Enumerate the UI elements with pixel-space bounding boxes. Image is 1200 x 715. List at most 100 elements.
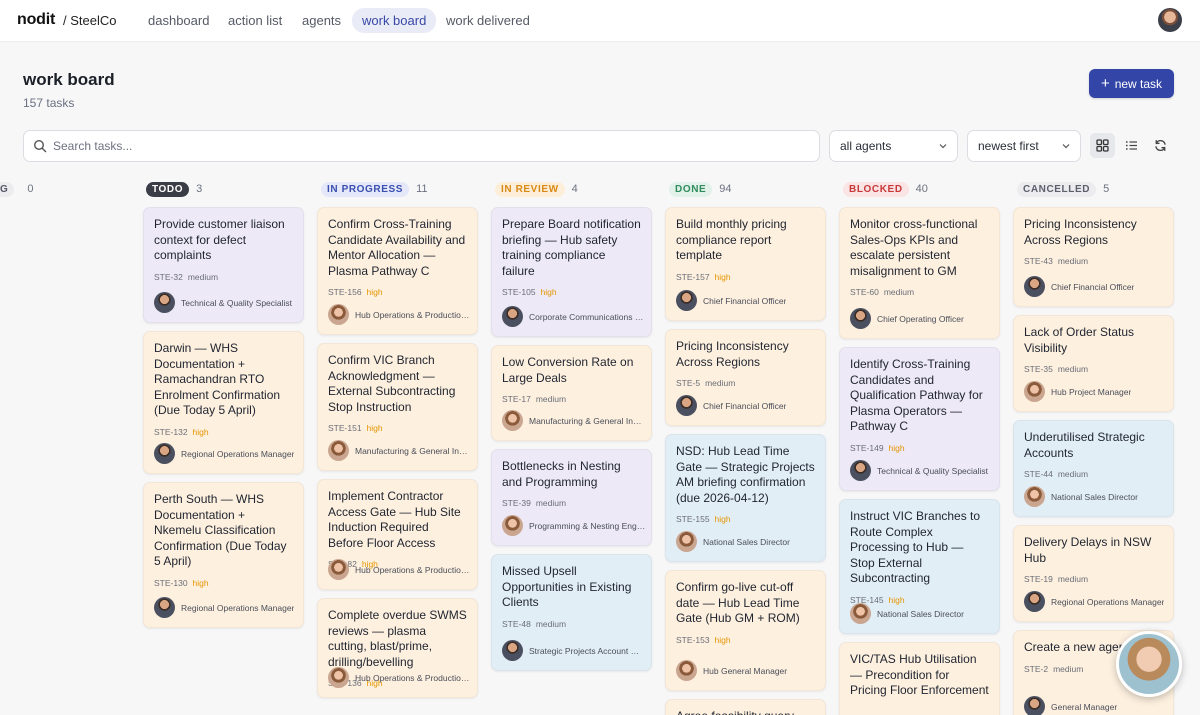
task-id: STE-2	[1024, 663, 1049, 674]
nav-work-board[interactable]: work board	[352, 8, 437, 33]
assigned-agent: Chief Financial Officer	[676, 395, 820, 416]
chevron-down-icon	[1062, 144, 1070, 149]
agent-name: Regional Operations Manager	[181, 448, 295, 459]
task-title: Provide customer liaison context for def…	[154, 217, 285, 262]
task-card[interactable]: Identify Cross-Training Candidates and Q…	[839, 347, 1000, 491]
assigned-agent: Hub Operations & Production Manager	[328, 667, 472, 688]
task-card[interactable]: Prepare Board notification briefing — Hu…	[491, 207, 652, 337]
task-title: Bottlenecks in Nesting and Programming	[502, 459, 621, 489]
assigned-agent: Hub Project Manager	[1024, 381, 1168, 402]
task-card[interactable]: Instruct VIC Branches to Route Complex P…	[839, 499, 1000, 634]
column-count: 40	[915, 183, 928, 195]
brand-logo[interactable]: nodit	[17, 11, 55, 29]
agent-avatar	[1024, 276, 1045, 297]
agent-avatar	[850, 460, 871, 481]
nav-agents[interactable]: agents	[292, 8, 351, 33]
task-card[interactable]: Low Conversion Rate on Large Deals STE-17…	[491, 345, 652, 441]
column-header: CANCELLED 5	[1017, 181, 1109, 197]
task-card[interactable]: Implement Contractor Access Gate — Hub S…	[317, 479, 478, 590]
task-title: Low Conversion Rate on Large Deals	[502, 355, 634, 385]
column-count: 11	[416, 183, 428, 195]
assigned-agent: Manufacturing & General Industry Sales	[328, 440, 472, 461]
task-card[interactable]: Build monthly pricing compliance report …	[665, 207, 826, 321]
task-meta: STE-130 high	[154, 578, 293, 588]
task-card[interactable]: Confirm Cross-Training Candidate Availab…	[317, 207, 478, 335]
column-status-badge: TODO	[146, 181, 190, 197]
assistant-avatar[interactable]	[1116, 631, 1182, 697]
list-view-button[interactable]	[1119, 133, 1144, 158]
task-meta: STE-35 medium	[1024, 364, 1163, 374]
task-meta: STE-39 medium	[502, 498, 641, 508]
column-status-badge: IN REVIEW	[495, 181, 565, 197]
page-title: work board	[23, 70, 115, 89]
task-meta: STE-5 medium	[676, 378, 815, 388]
agent-avatar	[154, 443, 175, 464]
task-card[interactable]: Pricing Inconsistency Across Regions STE-…	[1013, 207, 1174, 307]
agent-name: Hub Operations & Production Manager	[355, 564, 472, 575]
task-card[interactable]: Provide customer liaison context for def…	[143, 207, 304, 323]
task-id: STE-157	[676, 271, 710, 282]
agent-avatar	[850, 603, 871, 624]
task-card[interactable]: Pricing Inconsistency Across Regions STE-…	[665, 329, 826, 426]
agent-name: Regional Operations Manager	[1051, 596, 1165, 607]
assigned-agent: Hub General Manager	[676, 660, 820, 681]
search-input[interactable]	[53, 132, 813, 160]
task-card[interactable]: Missed Upsell Opportunities in Existing …	[491, 554, 652, 671]
agent-avatar	[154, 597, 175, 618]
task-id: STE-35	[1024, 364, 1053, 374]
priority-label: high	[714, 634, 731, 645]
nav-work-delivered[interactable]: work delivered	[436, 8, 540, 33]
task-title: Prepare Board notification briefing — Hu…	[502, 217, 641, 278]
assigned-agent: Hub Operations & Production Manager	[328, 559, 472, 580]
kanban-board: G 0 TODO 3 Provide customer liaison context …	[0, 176, 1200, 715]
agent-avatar	[676, 395, 697, 416]
task-card[interactable]: Monitor cross-functional Sales-Ops KPIs …	[839, 207, 1000, 339]
new-task-button[interactable]: + new task	[1089, 69, 1174, 98]
task-card[interactable]: Confirm go-live cut-off date — Hub Lead …	[665, 570, 826, 691]
agent-avatar	[1024, 591, 1045, 612]
task-card[interactable]: Darwin — WHS Documentation + Ramachandra…	[143, 331, 304, 474]
task-card[interactable]: Delivery Delays in NSW Hub STE-19 medium Re…	[1013, 525, 1174, 622]
task-card[interactable]: Perth South — WHS Documentation + Nkemel…	[143, 482, 304, 628]
task-title: Identify Cross-Training Candidates and Q…	[850, 357, 983, 433]
priority-label: high	[888, 442, 905, 453]
assigned-agent: General Manager	[1024, 696, 1168, 715]
agent-name: Manufacturing & General Industry Sales	[355, 445, 472, 456]
sort-select[interactable]: newest first	[967, 130, 1081, 162]
list-icon	[1125, 141, 1137, 150]
assigned-agent: Technical & Quality Specialist	[154, 292, 298, 313]
agent-name: National Sales Director	[1051, 491, 1138, 502]
task-card[interactable]: Agree feasibility query	[665, 699, 826, 715]
grid-view-button[interactable]	[1090, 133, 1115, 158]
agent-filter-select[interactable]: all agents	[829, 130, 958, 162]
task-id: STE-151	[328, 423, 362, 433]
search-icon	[33, 139, 47, 153]
task-title: Instruct VIC Branches to Route Complex P…	[850, 509, 981, 585]
task-card[interactable]: Complete overdue SWMS reviews — plasma c…	[317, 598, 478, 698]
assigned-agent: Technical & Quality Specialist	[850, 460, 994, 481]
assigned-agent: Chief Financial Officer	[676, 290, 820, 311]
task-card[interactable]: NSD: Hub Lead Time Gate — Strategic Proj…	[665, 434, 826, 562]
task-meta: STE-149 high	[850, 443, 989, 453]
refresh-button[interactable]	[1148, 133, 1173, 158]
task-card[interactable]: VIC/TAS Hub Utilisation — Precondition f…	[839, 642, 1000, 715]
priority-label: medium	[187, 271, 219, 282]
agent-avatar	[328, 440, 349, 461]
agent-avatar	[502, 306, 523, 327]
nav-dashboard[interactable]: dashboard	[138, 8, 219, 33]
assigned-agent: Regional Operations Manager	[1024, 591, 1168, 612]
task-title: Pricing Inconsistency Across Regions	[1024, 217, 1137, 247]
user-avatar[interactable]	[1158, 8, 1182, 32]
task-card[interactable]: Underutilised Strategic Accounts STE-44 me…	[1013, 420, 1174, 517]
top-navigation: nodit / SteelCo dashboard action list ag…	[0, 0, 1200, 42]
column-header: TODO 3	[146, 181, 202, 197]
task-card[interactable]: Bottlenecks in Nesting and Programming ST…	[491, 449, 652, 546]
column-count: 4	[571, 183, 578, 195]
priority-label: medium	[535, 618, 567, 629]
task-id: STE-48	[502, 618, 531, 629]
task-title: Lack of Order Status Visibility	[1024, 325, 1135, 355]
task-card[interactable]: Lack of Order Status Visibility STE-35 med…	[1013, 315, 1174, 412]
nav-action-list[interactable]: action list	[218, 8, 292, 33]
task-title: Complete overdue SWMS reviews — plasma c…	[328, 608, 467, 669]
task-card[interactable]: Confirm VIC Branch Acknowledgment — Exte…	[317, 343, 478, 471]
